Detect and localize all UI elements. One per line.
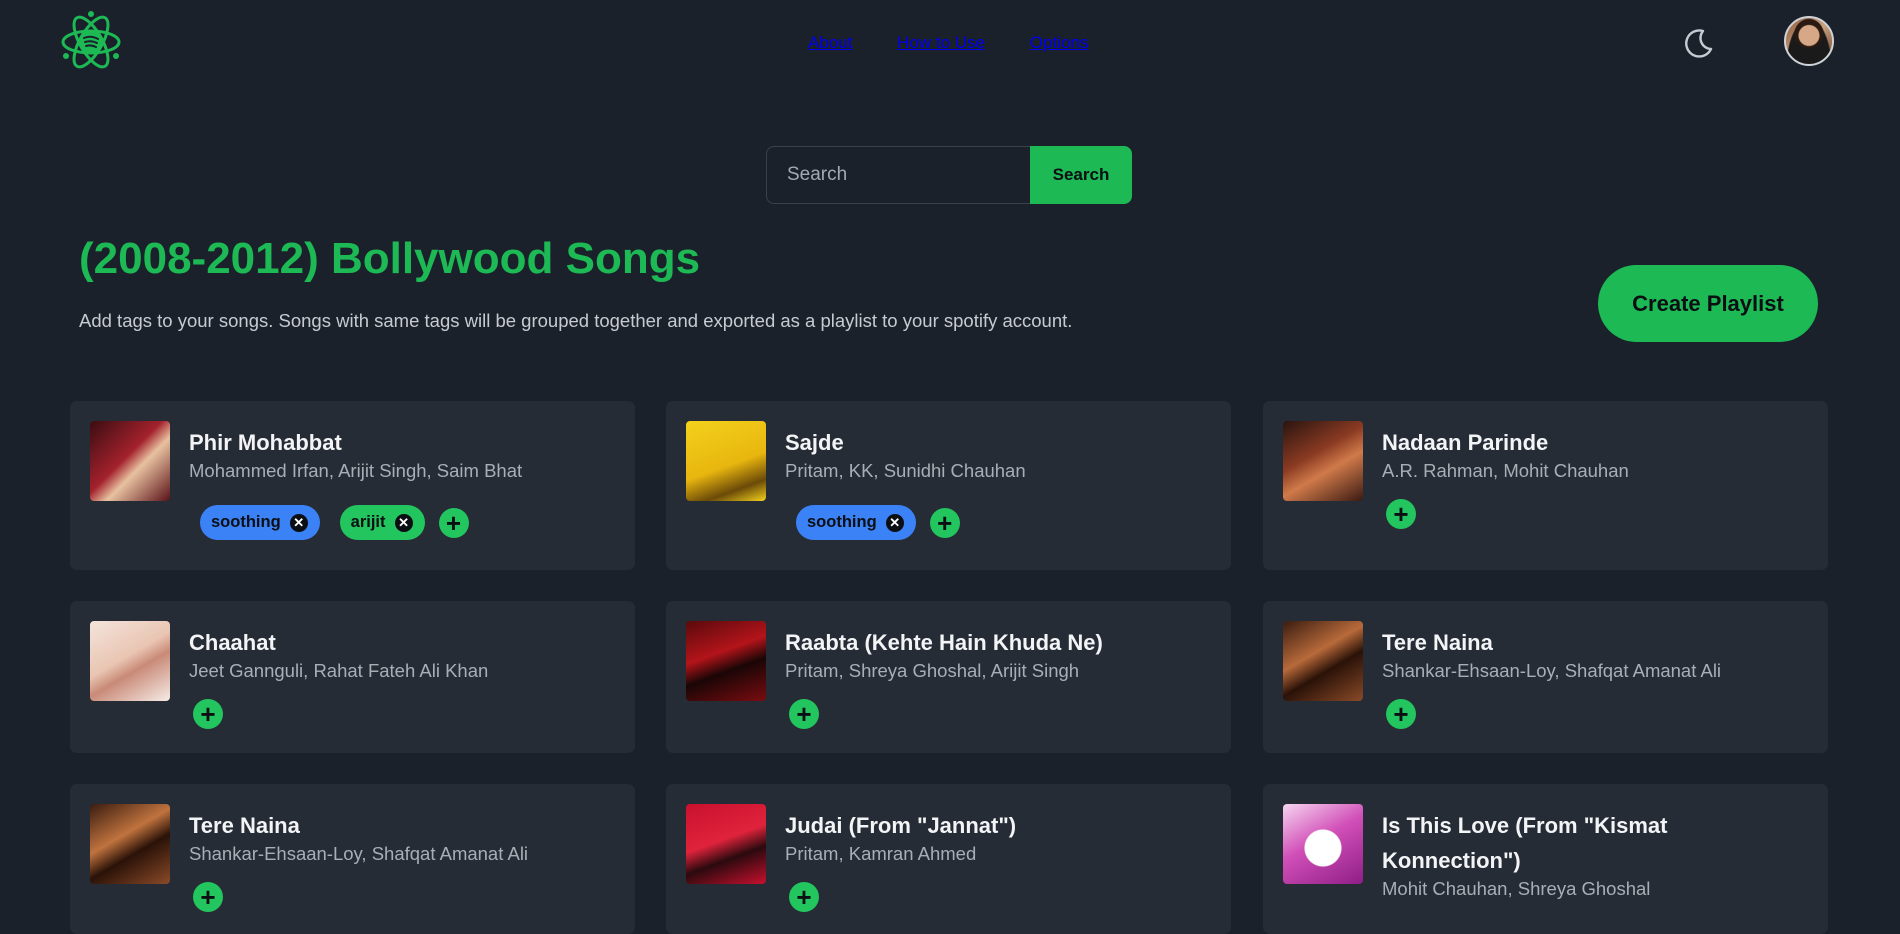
song-artists: Mohammed Irfan, Arijit Singh, Saim Bhat xyxy=(189,460,523,481)
song-artists: Pritam, Kamran Ahmed xyxy=(785,843,977,864)
song-card: Raabta (Kehte Hain Khuda Ne) Pritam, Shr… xyxy=(666,601,1231,753)
add-tag-icon[interactable]: + xyxy=(789,699,819,729)
song-artists: Jeet Gannguli, Rahat Fateh Ali Khan xyxy=(189,660,489,681)
tag-label: arijit xyxy=(350,513,386,531)
song-artists: Shankar-Ehsaan-Loy, Shafqat Amanat Ali xyxy=(189,843,529,864)
add-tag-icon[interactable]: + xyxy=(438,507,469,538)
tag-label: soothing xyxy=(807,513,877,531)
page-title: (2008-2012) Bollywood Songs xyxy=(79,234,701,283)
album-art xyxy=(1283,421,1363,501)
add-tag-icon[interactable]: + xyxy=(1386,499,1416,529)
main-nav: About How to Use Options xyxy=(808,33,1128,53)
song-artists: Mohit Chauhan, Shreya Ghoshal xyxy=(1382,878,1651,899)
close-icon[interactable]: ✕ xyxy=(885,513,904,532)
tag-list: soothing ✕ arijit ✕ + xyxy=(200,505,469,540)
moon-icon[interactable] xyxy=(1683,27,1715,59)
tag-label: soothing xyxy=(211,513,281,531)
song-title: Raabta (Kehte Hain Khuda Ne) xyxy=(785,630,1103,655)
album-art xyxy=(90,621,170,701)
tag-chip: soothing ✕ xyxy=(200,505,320,540)
song-artists: Shankar-Ehsaan-Loy, Shafqat Amanat Ali xyxy=(1382,660,1722,681)
song-title: Chaahat xyxy=(189,630,276,655)
song-artists: Pritam, Shreya Ghoshal, Arijit Singh xyxy=(785,660,1080,681)
album-art xyxy=(1283,621,1363,701)
add-tag-icon[interactable]: + xyxy=(193,699,223,729)
album-art xyxy=(686,804,766,884)
song-card: Sajde Pritam, KK, Sunidhi Chauhan soothi… xyxy=(666,401,1231,570)
song-title: Sajde xyxy=(785,430,844,455)
song-title: Nadaan Parinde xyxy=(1382,430,1549,455)
nav-how-to-use-link[interactable]: How to Use xyxy=(897,33,985,52)
song-title: Tere Naina xyxy=(189,813,300,838)
add-tag-icon[interactable]: + xyxy=(789,882,819,912)
song-title: Is This Love (From "Kismat Konnection") xyxy=(1382,813,1668,873)
search-bar: Search xyxy=(766,146,1132,204)
album-art xyxy=(90,804,170,884)
song-title: Judai (From "Jannat") xyxy=(785,813,1017,838)
close-icon[interactable]: ✕ xyxy=(394,513,413,532)
song-card: Judai (From "Jannat") Pritam, Kamran Ahm… xyxy=(666,784,1231,934)
add-tag-icon[interactable]: + xyxy=(1386,699,1416,729)
song-card: Tere Naina Shankar-Ehsaan-Loy, Shafqat A… xyxy=(1263,601,1828,753)
user-avatar[interactable] xyxy=(1784,16,1834,66)
song-card: Nadaan Parinde A.R. Rahman, Mohit Chauha… xyxy=(1263,401,1828,570)
add-tag-icon[interactable]: + xyxy=(193,882,223,912)
tag-chip: arijit ✕ xyxy=(339,505,425,540)
song-card: Is This Love (From "Kismat Konnection") … xyxy=(1263,784,1828,934)
album-art xyxy=(686,421,766,501)
song-card: Phir Mohabbat Mohammed Irfan, Arijit Sin… xyxy=(70,401,635,570)
search-input[interactable] xyxy=(766,146,1030,204)
album-art xyxy=(1283,804,1363,884)
tag-chip: soothing ✕ xyxy=(796,505,916,540)
nav-about-link[interactable]: About xyxy=(808,33,852,52)
tag-list: soothing ✕ + xyxy=(796,505,960,540)
close-icon[interactable]: ✕ xyxy=(289,513,308,532)
add-tag-icon[interactable]: + xyxy=(929,507,960,538)
page-subtitle: Add tags to your songs. Songs with same … xyxy=(79,310,1073,331)
app-logo-icon[interactable] xyxy=(60,10,122,74)
album-art xyxy=(90,421,170,501)
top-nav: About How to Use Options xyxy=(0,0,1900,86)
song-artists: A.R. Rahman, Mohit Chauhan xyxy=(1382,460,1629,481)
song-title: Tere Naina xyxy=(1382,630,1493,655)
create-playlist-button[interactable]: Create Playlist xyxy=(1598,265,1818,342)
album-art xyxy=(686,621,766,701)
song-card: Tere Naina Shankar-Ehsaan-Loy, Shafqat A… xyxy=(70,784,635,934)
song-card: Chaahat Jeet Gannguli, Rahat Fateh Ali K… xyxy=(70,601,635,753)
nav-options-link[interactable]: Options xyxy=(1030,33,1089,52)
song-title: Phir Mohabbat xyxy=(189,430,342,455)
search-button[interactable]: Search xyxy=(1030,146,1132,204)
song-artists: Pritam, KK, Sunidhi Chauhan xyxy=(785,460,1026,481)
